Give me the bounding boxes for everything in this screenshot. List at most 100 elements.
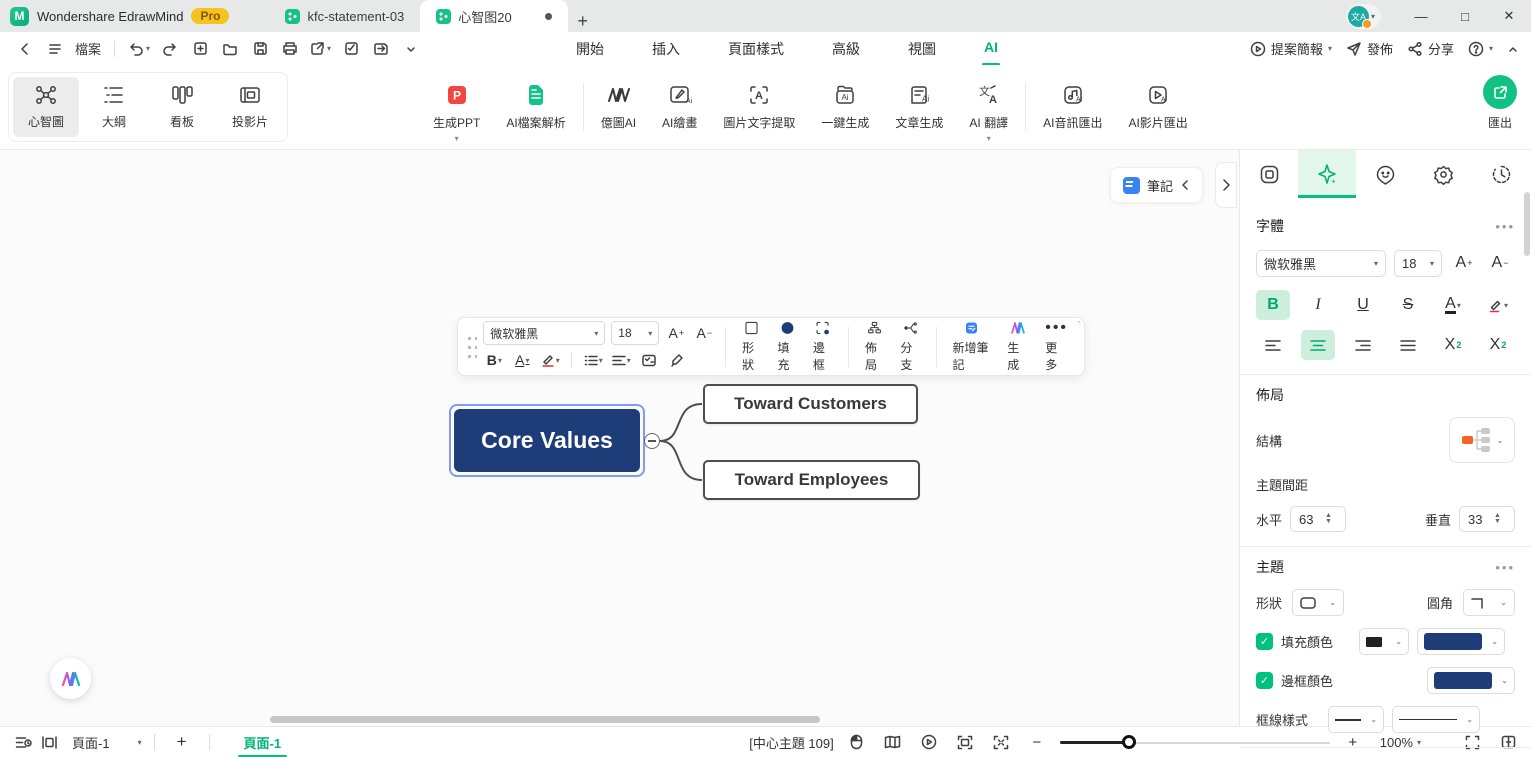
account-menu[interactable]: 文A ▾ [1345,3,1381,29]
tab-ai-format[interactable] [1298,150,1357,198]
shape-button[interactable]: 形狀 [734,321,769,373]
font-size-select[interactable]: 18 ▾ [611,321,660,345]
doc-tab-kfc[interactable]: kfc-statement-03 [269,0,420,32]
sidebar-font-family-select[interactable]: 微软雅黑 ▾ [1256,249,1386,277]
border-color-select[interactable]: ⌄ [1427,667,1515,694]
sidebar-scrollbar[interactable] [1524,192,1530,256]
collapse-ribbon-button[interactable] [1507,44,1519,54]
zoom-out-button[interactable]: − [1024,729,1050,755]
check-in-button[interactable] [338,36,364,62]
root-node[interactable]: Core Values [454,409,640,472]
present-button[interactable]: 提案簡報 ▾ [1250,39,1332,58]
tab-ai[interactable]: AI [982,33,1001,66]
sidebar-font-color-button[interactable]: A ▾ [1436,290,1470,320]
decrease-font-button[interactable]: A − [693,321,715,345]
justify-button[interactable] [1391,330,1425,360]
list-button[interactable]: ▾ [582,348,604,372]
mouse-mode-button[interactable] [844,729,870,755]
align-right-button[interactable] [1346,330,1380,360]
collapse-branch-button[interactable] [644,433,660,449]
shape-select[interactable]: ⌄ [1292,589,1345,616]
doc-tab-current[interactable]: 心智图20 [420,0,568,32]
child-node-employees[interactable]: Toward Employees [703,460,920,500]
vertical-spacing-stepper[interactable]: ▲▼ [1459,506,1515,532]
save-all-button[interactable] [368,36,394,62]
view-kanban[interactable]: 看板 [149,77,215,137]
superscript-button[interactable]: X2 [1436,330,1470,360]
fill-style-select[interactable]: ⌄ [1359,628,1410,655]
sidebar-underline-button[interactable]: U [1346,290,1380,320]
increase-font-button[interactable]: A + [665,321,687,345]
fill-button[interactable]: 填充 [769,321,804,373]
mindmap-canvas[interactable]: 筆記 微软雅黑 ▾ 18 ▾ A + A − B ▾ A ▾ ▾ ▾ ▾ 形狀 … [0,150,1239,726]
sidebar-collapse-button[interactable] [1215,162,1237,208]
image-text-extract-button[interactable]: A 圖片文字提取 [710,75,808,139]
structure-select[interactable]: ⌄ [1449,417,1515,463]
ai-generate-button[interactable]: 生成 [999,321,1037,373]
tab-canvas-style[interactable] [1240,150,1298,198]
align-button[interactable]: ▾ [610,348,632,372]
view-outline[interactable]: 大綱 [81,77,147,137]
redo-button[interactable] [157,36,183,62]
more-button[interactable]: ••• 更多 [1037,319,1076,373]
close-button[interactable]: ✕ [1487,0,1531,32]
fit-to-window-button[interactable] [952,729,978,755]
view-mindmap[interactable]: 心智圖 [13,77,79,137]
page-select[interactable]: 頁面-1 ▾ [68,729,146,755]
add-note-button[interactable]: 新增筆記 [945,321,1000,373]
line-style-select[interactable]: ⌄ [1392,706,1481,733]
tab-view[interactable]: 視圖 [906,33,938,65]
main-menu-button[interactable] [42,36,68,62]
sidebar-increase-font-button[interactable]: A + [1450,248,1478,278]
ai-audio-export-button[interactable]: Ai AI音訊匯出 [1030,75,1115,139]
layout-button[interactable]: 佈局 [857,321,892,373]
font-section-more-button[interactable]: ••• [1495,219,1515,234]
add-page-button[interactable]: + [163,729,201,755]
drag-handle-icon[interactable] [466,333,478,360]
minimize-button[interactable]: — [1399,0,1443,32]
help-button[interactable]: ▾ [1468,41,1493,57]
outline-panel-button[interactable] [10,729,36,755]
publish-button[interactable]: 發佈 [1346,39,1393,58]
sidebar-font-size-select[interactable]: 18 ▾ [1394,249,1442,277]
zoom-slider-knob[interactable] [1121,735,1136,749]
new-tab-button[interactable]: + [568,11,598,32]
view-slides[interactable]: 投影片 [217,77,283,137]
tab-insert[interactable]: 插入 [650,33,682,65]
border-color-checkbox[interactable]: ✓ [1256,672,1273,689]
resize-handle-icon[interactable]: ⌝ [1077,320,1081,331]
maximize-button[interactable]: □ [1443,0,1487,32]
highlight-button[interactable]: ▾ [539,348,561,372]
article-generate-button[interactable]: Ai 文章生成 [882,75,956,139]
horizontal-spacing-input[interactable] [1291,511,1324,527]
sidebar-decrease-font-button[interactable]: A − [1486,248,1514,278]
one-click-generate-button[interactable]: Ai 一鍵生成 [808,75,882,139]
share-button[interactable]: 分享 [1407,39,1454,58]
edrawai-button[interactable]: 億圖AI [588,75,649,139]
sidebar-strikethrough-button[interactable]: S [1391,290,1425,320]
tab-history[interactable] [1473,150,1531,198]
ai-translate-button[interactable]: 文A AI 翻譯 ▾ [956,75,1021,143]
export-button[interactable]: 匯出 [1483,75,1517,131]
tab-stickers[interactable] [1356,150,1414,198]
print-button[interactable] [277,36,303,62]
align-center-button[interactable] [1301,330,1335,360]
subscript-button[interactable]: X2 [1481,330,1515,360]
new-file-button[interactable] [187,36,213,62]
sidebar-italic-button[interactable]: I [1301,290,1335,320]
ai-file-parse-button[interactable]: AI檔案解析 [493,75,578,139]
fill-color-checkbox[interactable]: ✓ [1256,633,1273,650]
expand-canvas-button[interactable] [988,729,1014,755]
undo-button[interactable]: ▾ [125,36,153,62]
page-tab-1[interactable]: 頁面-1 [218,727,308,757]
fill-color-select[interactable]: ⌄ [1417,628,1506,655]
export-share-button[interactable]: ▾ [307,36,334,62]
font-color-button[interactable]: A ▾ [511,348,533,372]
sidebar-highlight-button[interactable]: ▾ [1481,290,1515,320]
file-menu[interactable]: 檔案 [72,36,104,62]
vertical-spacing-input[interactable] [1460,511,1492,527]
format-painter-button[interactable] [666,348,688,372]
tab-theme[interactable] [1415,150,1473,198]
sidebar-bold-button[interactable]: B [1256,290,1290,320]
notes-button[interactable]: 筆記 [1110,167,1204,203]
